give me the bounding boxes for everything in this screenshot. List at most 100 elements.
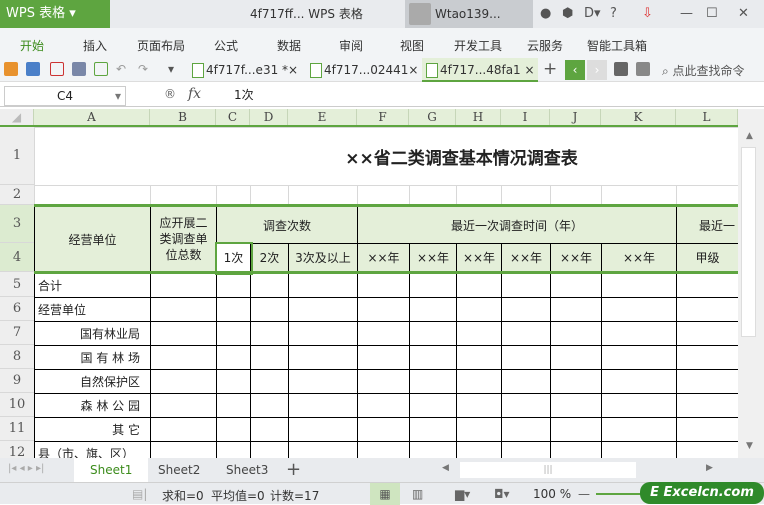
subheader-C4[interactable]: 1次: [214, 241, 253, 275]
cell-E12[interactable]: [288, 441, 358, 458]
cell-B12[interactable]: [150, 441, 217, 458]
subheader-E4[interactable]: 3次及以上: [288, 243, 358, 273]
unit-label[interactable]: 合计: [34, 272, 151, 298]
menu-developer[interactable]: 开发工具: [454, 37, 502, 54]
cell-F2[interactable]: [357, 185, 410, 206]
pin-icon[interactable]: [636, 62, 650, 76]
cell-F8[interactable]: [357, 345, 410, 370]
cell-H11[interactable]: [456, 417, 502, 442]
row-header-10[interactable]: 10: [0, 393, 34, 417]
menu-review[interactable]: 审阅: [339, 37, 363, 54]
menu-home[interactable]: 开始: [20, 37, 44, 54]
formula-input[interactable]: 1次: [226, 86, 756, 106]
sheet-tab-3[interactable]: Sheet3: [210, 458, 284, 482]
tab-scroll-left[interactable]: ‹: [565, 60, 585, 80]
column-header-B[interactable]: B: [150, 109, 216, 125]
cell-E7[interactable]: [288, 321, 358, 346]
export-pdf-icon[interactable]: [50, 62, 64, 76]
cell-J2[interactable]: [550, 185, 602, 206]
row-header-5[interactable]: 5: [0, 272, 34, 297]
menu-view[interactable]: 视图: [400, 37, 424, 54]
unit-label[interactable]: 国有林业局: [34, 321, 151, 346]
column-header-L[interactable]: L: [676, 109, 738, 125]
sheet-tab-1[interactable]: Sheet1: [74, 458, 149, 482]
cell-E8[interactable]: [288, 345, 358, 370]
cell-I5[interactable]: [501, 272, 551, 298]
column-header-K[interactable]: K: [601, 109, 676, 125]
doc-tab-2[interactable]: 4f717...02441×: [306, 58, 420, 82]
cell-F6[interactable]: [357, 297, 410, 322]
cell-L10[interactable]: [675, 393, 738, 418]
cell-K8[interactable]: [601, 345, 677, 370]
cell-H2[interactable]: [456, 185, 502, 206]
normal-view-icon[interactable]: ▦: [370, 483, 400, 505]
cell-B9[interactable]: [150, 369, 217, 394]
sheet-nav-icon[interactable]: |◂ ◂ ▸ ▸|: [8, 463, 44, 474]
subheader-D4[interactable]: 2次: [250, 243, 289, 273]
cell-J5[interactable]: [550, 272, 602, 298]
cell-H10[interactable]: [456, 393, 502, 418]
row-header-2[interactable]: 2: [0, 185, 34, 205]
cell-D10[interactable]: [250, 393, 289, 418]
scroll-up-icon[interactable]: ▲: [746, 131, 753, 141]
cell-E6[interactable]: [288, 297, 358, 322]
cell-K11[interactable]: [601, 417, 677, 442]
add-sheet-button[interactable]: +: [286, 459, 301, 480]
cell-H8[interactable]: [456, 345, 502, 370]
cell-L2[interactable]: [675, 185, 738, 206]
present-icon[interactable]: [614, 62, 628, 76]
cell-D5[interactable]: [250, 272, 289, 298]
cell-B6[interactable]: [150, 297, 217, 322]
menu-smart-tools[interactable]: 智能工具箱: [587, 37, 647, 54]
cell-B10[interactable]: [150, 393, 217, 418]
column-header-D[interactable]: D: [250, 109, 288, 125]
cell-I10[interactable]: [501, 393, 551, 418]
cell-I2[interactable]: [501, 185, 551, 206]
fx-button[interactable]: fx: [188, 86, 201, 102]
cell-B7[interactable]: [150, 321, 217, 346]
unit-label[interactable]: 县（市、旗、区）: [34, 441, 151, 458]
unit-label[interactable]: 森 林 公 园: [34, 393, 151, 418]
subheader-K4[interactable]: ××年: [601, 243, 677, 273]
column-header-C[interactable]: C: [216, 109, 250, 125]
cell-C2[interactable]: [216, 185, 251, 206]
tab-scroll-right[interactable]: ›: [587, 60, 607, 80]
new-tab-button[interactable]: +: [543, 59, 557, 79]
cell-L9[interactable]: [675, 369, 738, 394]
row-header-1[interactable]: 1: [0, 127, 34, 185]
save-icon[interactable]: [26, 62, 40, 76]
wps-menu-button[interactable]: WPS 表格 ▾: [0, 0, 110, 28]
cell-D2[interactable]: [250, 185, 289, 206]
cell-K6[interactable]: [601, 297, 677, 322]
cell-K12[interactable]: [601, 441, 677, 458]
column-header-G[interactable]: G: [409, 109, 456, 125]
cell-I12[interactable]: [501, 441, 551, 458]
cell-I8[interactable]: [501, 345, 551, 370]
row-header-9[interactable]: 9: [0, 369, 34, 393]
cell-I7[interactable]: [501, 321, 551, 346]
unit-label[interactable]: 经营单位: [34, 297, 151, 322]
row-header-4[interactable]: 4: [0, 243, 34, 272]
cell-C5[interactable]: [216, 272, 251, 298]
scroll-thumb[interactable]: [741, 147, 756, 337]
zoom-formula-icon[interactable]: ®: [164, 87, 176, 101]
cell-D6[interactable]: [250, 297, 289, 322]
minimize-button[interactable]: —: [680, 0, 693, 28]
cell-G2[interactable]: [409, 185, 457, 206]
cell-D9[interactable]: [250, 369, 289, 394]
cell-E5[interactable]: [288, 272, 358, 298]
cell-K10[interactable]: [601, 393, 677, 418]
cell-J6[interactable]: [550, 297, 602, 322]
scroll-down-icon[interactable]: ▼: [746, 441, 753, 451]
subheader-F4[interactable]: ××年: [357, 243, 410, 273]
cell-H5[interactable]: [456, 272, 502, 298]
close-button[interactable]: ✕: [738, 0, 749, 28]
cell-F9[interactable]: [357, 369, 410, 394]
cell-D12[interactable]: [250, 441, 289, 458]
doc-tab-1[interactable]: 4f717f...e31 *×: [188, 58, 304, 82]
header-recent-2[interactable]: 最近一: [675, 205, 738, 244]
cell-J9[interactable]: [550, 369, 602, 394]
column-header-H[interactable]: H: [456, 109, 501, 125]
subheader-H4[interactable]: ××年: [456, 243, 502, 273]
subheader-J4[interactable]: ××年: [550, 243, 602, 273]
